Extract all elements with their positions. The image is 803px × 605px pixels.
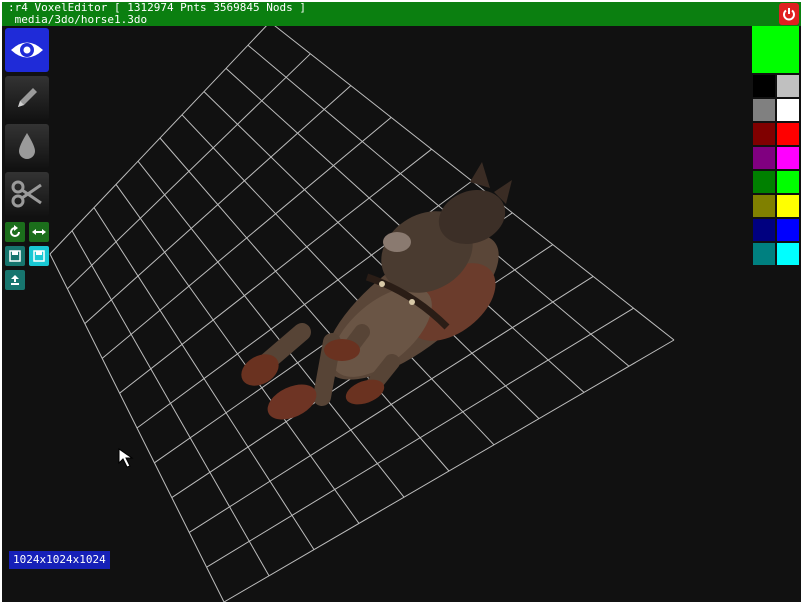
title-line-file-path: media/3do/horse1.3do <box>8 13 148 26</box>
voxel-editor-window: :r4 VoxelEditor [ 1312974 Pnts 3569845 N… <box>0 0 803 605</box>
fill-tool-button[interactable] <box>5 124 49 168</box>
upload-icon <box>11 275 19 285</box>
flip-horizontal-button[interactable] <box>29 222 49 242</box>
color-swatch[interactable] <box>777 123 799 145</box>
color-swatch[interactable] <box>753 219 775 241</box>
color-swatch[interactable] <box>753 99 775 121</box>
title-bar: :r4 VoxelEditor [ 1312974 Pnts 3569845 N… <box>2 2 801 26</box>
save-icon <box>33 250 45 262</box>
power-button[interactable] <box>779 3 799 25</box>
color-swatch[interactable] <box>777 219 799 241</box>
pencil-tool-button[interactable] <box>5 76 49 120</box>
color-swatch[interactable] <box>753 123 775 145</box>
pencil-icon <box>18 88 37 107</box>
color-swatch[interactable] <box>777 171 799 193</box>
color-swatch[interactable] <box>753 147 775 169</box>
color-swatch[interactable] <box>753 243 775 265</box>
color-swatch[interactable] <box>777 243 799 265</box>
cut-tool-button[interactable] <box>5 172 49 216</box>
save-as-button[interactable] <box>29 246 49 266</box>
save-button[interactable] <box>5 246 25 266</box>
scissors-icon <box>11 180 42 208</box>
flip-horizontal-icon <box>32 229 46 235</box>
rotate-icon <box>10 225 20 237</box>
color-swatch[interactable] <box>777 75 799 97</box>
color-swatch[interactable] <box>753 75 775 97</box>
color-swatch[interactable] <box>753 171 775 193</box>
resolution-label: 1024x1024x1024 <box>9 551 110 569</box>
viewport-3d[interactable] <box>2 2 801 602</box>
eye-icon <box>11 42 43 58</box>
color-swatch[interactable] <box>777 99 799 121</box>
horse-model <box>241 162 512 420</box>
grid-line <box>223 339 675 602</box>
color-swatch[interactable] <box>777 195 799 217</box>
current-color-swatch[interactable] <box>752 26 799 73</box>
color-swatch[interactable] <box>753 195 775 217</box>
view-tool-button[interactable] <box>5 28 49 72</box>
drop-icon <box>19 133 35 159</box>
mouse-pointer-icon <box>118 448 134 468</box>
rotate-button[interactable] <box>5 222 25 242</box>
power-icon <box>783 8 795 21</box>
save-icon <box>9 250 21 262</box>
scene-canvas[interactable] <box>2 2 801 602</box>
color-swatch[interactable] <box>777 147 799 169</box>
export-button[interactable] <box>5 270 25 290</box>
